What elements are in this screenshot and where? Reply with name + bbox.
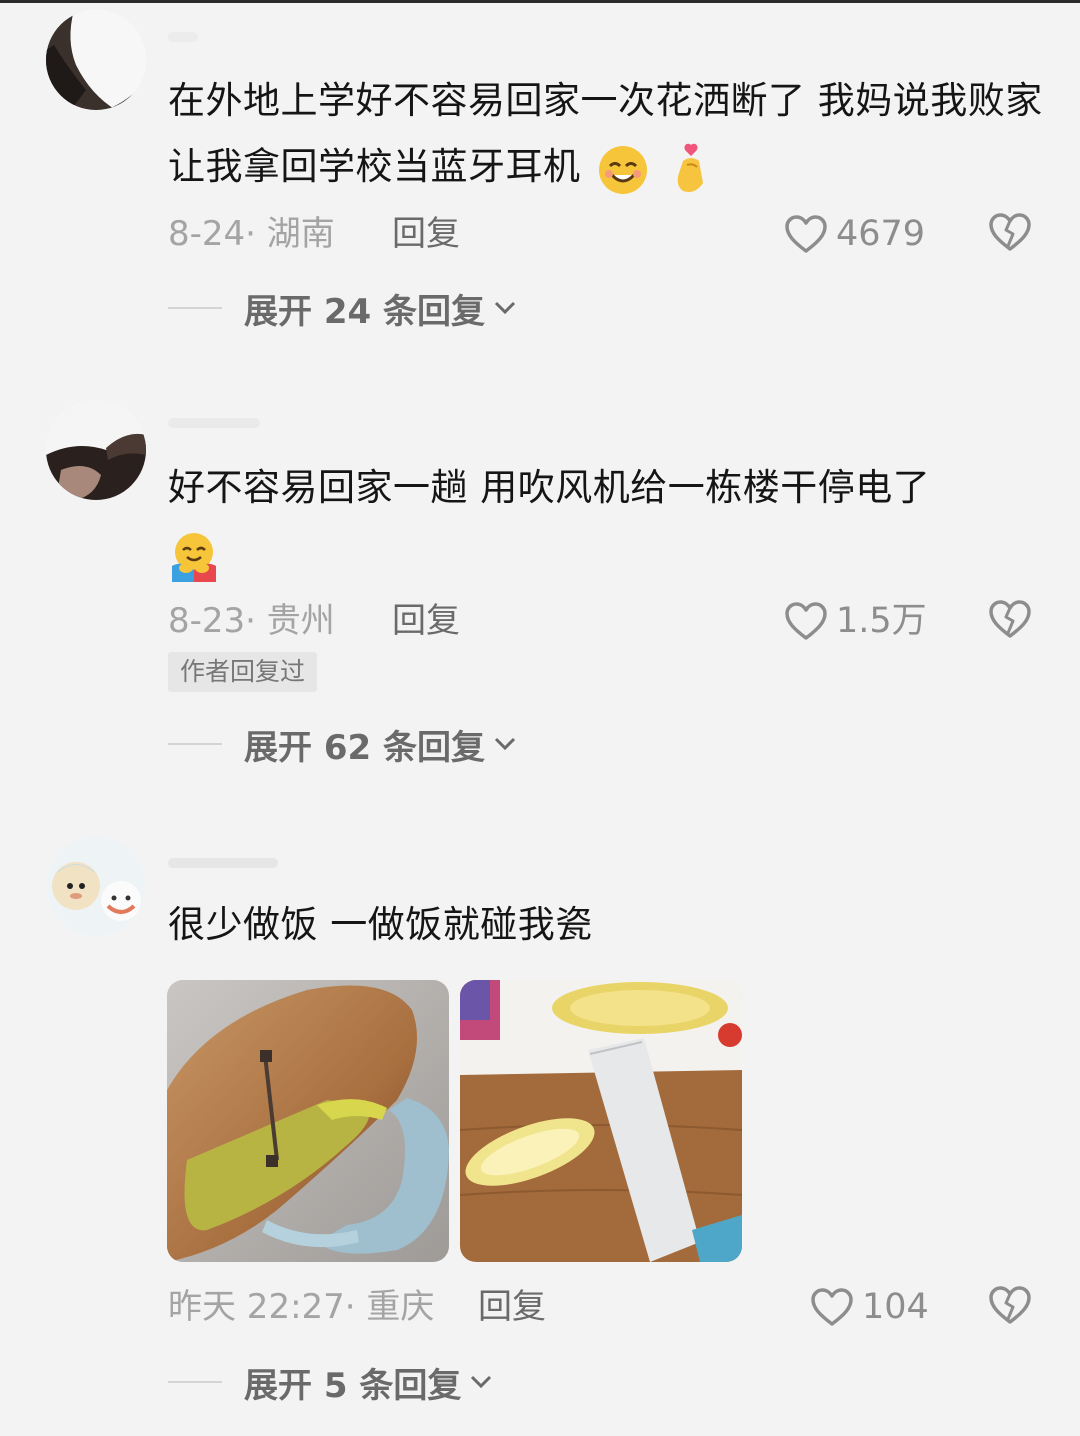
- username-redacted: [168, 418, 260, 428]
- comment-image-corn-and-knife-on-cutting-board-photo[interactable]: [460, 980, 742, 1262]
- comment-meta: 8-23· 贵州: [168, 601, 335, 641]
- like-count: 1.5万: [836, 601, 927, 641]
- username-redacted: [168, 858, 278, 868]
- expand-replies[interactable]: 展开 5 条回复: [168, 1360, 493, 1406]
- broken-heart-icon: [989, 213, 1031, 251]
- avatar[interactable]: [46, 400, 146, 500]
- expand-replies[interactable]: 展开 62 条回复: [168, 722, 517, 768]
- reply-button[interactable]: 回复: [392, 214, 460, 254]
- comment-meta: 8-24· 湖南: [168, 214, 335, 254]
- broken-heart-icon: [989, 1286, 1031, 1324]
- avatar[interactable]: [46, 10, 146, 110]
- comment-date: 8-23: [168, 601, 246, 641]
- comment-text: 好不容易回家一趟 用吹风机给一栋楼干停电了: [168, 455, 1048, 587]
- expand-replies-label: 展开 62 条回复: [244, 727, 485, 768]
- expand-replies-label: 展开 5 条回复: [244, 1365, 462, 1406]
- chevron-down-icon: [471, 1375, 492, 1389]
- heart-hands-icon: [677, 143, 704, 192]
- dislike-button[interactable]: [988, 212, 1032, 256]
- heart-outline-icon: [785, 215, 827, 253]
- like-button[interactable]: 104: [810, 1285, 929, 1329]
- comment-text: 在外地上学好不容易回家一次花洒断了 我妈说我败家 让我拿回学校当蓝牙耳机: [168, 68, 1048, 200]
- author-replied-badge: 作者回复过: [168, 652, 318, 692]
- comment-location: 重庆: [366, 1287, 435, 1327]
- comment-location: 湖南: [266, 214, 335, 254]
- comment-location: 贵州: [266, 601, 335, 641]
- like-button[interactable]: 1.5万: [784, 599, 927, 643]
- comment-meta: 昨天 22:27· 重庆: [168, 1287, 435, 1327]
- username-redacted: [168, 32, 198, 42]
- comment-date: 昨天 22:27: [168, 1287, 345, 1327]
- smiling-face-icon: [598, 145, 647, 194]
- reply-button[interactable]: 回复: [478, 1287, 546, 1327]
- like-count: 104: [862, 1287, 929, 1327]
- divider-dash: [168, 1381, 222, 1383]
- hugging-face-icon: [172, 532, 216, 582]
- comment-image-broken-peeler-with-sweet-potato-photo[interactable]: [167, 980, 449, 1262]
- broken-heart-icon: [989, 600, 1031, 638]
- divider-dash: [168, 307, 222, 309]
- chevron-down-icon: [494, 301, 516, 315]
- avatar[interactable]: [46, 836, 146, 936]
- comment-text: 很少做饭 一做饭就碰我瓷: [168, 903, 593, 946]
- divider-dash: [168, 743, 222, 745]
- expand-replies-label: 展开 24 条回复: [244, 291, 485, 332]
- like-count: 4679: [836, 214, 926, 254]
- heart-outline-icon: [785, 602, 827, 640]
- heart-outline-icon: [811, 1288, 853, 1326]
- dislike-button[interactable]: [988, 1285, 1032, 1329]
- top-border: [0, 0, 1080, 3]
- dislike-button[interactable]: [988, 599, 1032, 643]
- chevron-down-icon: [494, 737, 516, 751]
- expand-replies[interactable]: 展开 24 条回复: [168, 286, 517, 332]
- comment-date: 8-24: [168, 214, 246, 254]
- like-button[interactable]: 4679: [784, 212, 925, 256]
- reply-button[interactable]: 回复: [392, 601, 460, 641]
